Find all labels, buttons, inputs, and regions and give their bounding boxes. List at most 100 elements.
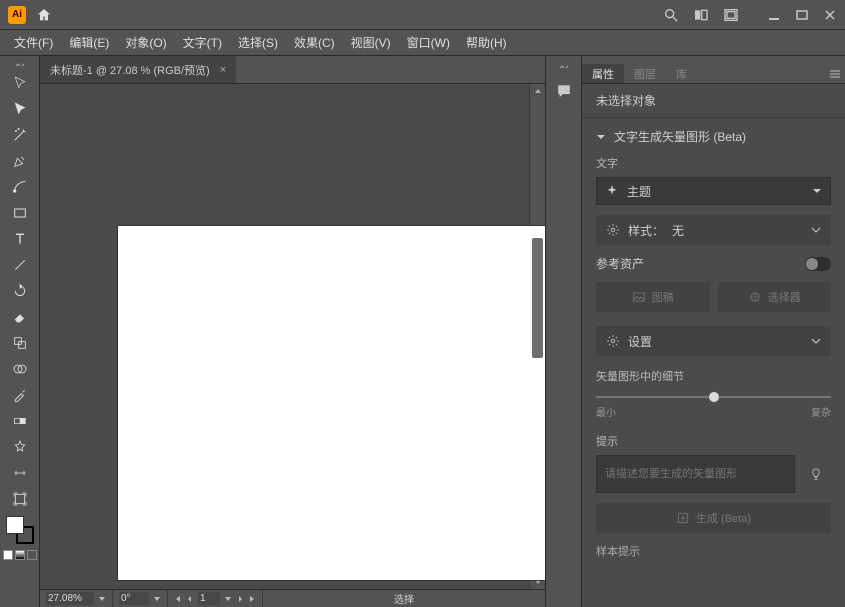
prompt-input[interactable]	[596, 455, 795, 493]
menu-view[interactable]: 视图(V)	[343, 30, 399, 55]
artboard-dropdown-icon[interactable]	[224, 595, 232, 603]
color-mode-gradient[interactable]	[15, 550, 25, 560]
selection-tool[interactable]	[6, 71, 34, 95]
artboard-index-input[interactable]	[198, 592, 220, 605]
style-row[interactable]: 样式： 无	[596, 215, 831, 245]
scrollbar-thumb[interactable]	[532, 238, 543, 358]
detail-label: 矢量图形中的细节	[596, 368, 831, 384]
scale-tool[interactable]	[6, 331, 34, 355]
menu-bar: 文件(F) 编辑(E) 对象(O) 文字(T) 选择(S) 效果(C) 视图(V…	[0, 30, 845, 56]
dimension-tool[interactable]	[6, 461, 34, 485]
shape-builder-tool[interactable]	[6, 357, 34, 381]
image-icon	[632, 290, 646, 304]
menu-edit[interactable]: 编辑(E)	[61, 30, 117, 55]
comments-panel-icon[interactable]	[550, 79, 578, 103]
tools-expand-handle[interactable]	[0, 60, 39, 70]
status-tool-label: 选择	[394, 591, 414, 606]
artboard-nav[interactable]	[168, 590, 263, 607]
status-bar: 选择	[40, 589, 545, 607]
menu-object[interactable]: 对象(O)	[117, 30, 174, 55]
zoom-dropdown-icon[interactable]	[98, 595, 106, 603]
magic-wand-tool[interactable]	[6, 123, 34, 147]
subject-dropdown[interactable]: 主题	[596, 177, 831, 205]
menu-select[interactable]: 选择(S)	[230, 30, 286, 55]
tab-properties[interactable]: 属性	[582, 64, 624, 83]
no-selection-label: 未选择对象	[596, 92, 831, 109]
first-artboard-icon[interactable]	[174, 595, 182, 603]
generate-icon	[676, 511, 690, 525]
close-button[interactable]	[823, 8, 837, 22]
ref-assets-label: 参考资产	[596, 255, 644, 272]
detail-slider[interactable]	[596, 396, 831, 398]
subject-dropdown-value: 主题	[627, 183, 651, 200]
settings-row[interactable]: 设置	[596, 326, 831, 356]
artboard-tool[interactable]	[6, 487, 34, 511]
rotate-tool[interactable]	[6, 279, 34, 303]
rectangle-tool[interactable]	[6, 201, 34, 225]
tab-layers[interactable]: 图层	[624, 64, 666, 83]
artboard[interactable]	[118, 226, 545, 580]
search-icon[interactable]	[663, 7, 679, 23]
document-tab-close[interactable]: ×	[220, 64, 226, 76]
ref-image-label: 图稿	[652, 289, 674, 305]
scroll-up-arrow[interactable]	[530, 84, 545, 98]
direct-selection-tool[interactable]	[6, 97, 34, 121]
app-logo: Ai	[8, 6, 26, 24]
prev-artboard-icon[interactable]	[186, 595, 194, 603]
detail-slider-thumb[interactable]	[708, 391, 720, 403]
color-mode-solid[interactable]	[3, 550, 13, 560]
gradient-tool[interactable]	[6, 409, 34, 433]
gear-icon	[606, 223, 620, 237]
rotate-input[interactable]	[119, 592, 149, 605]
panel-menu-icon[interactable]	[825, 64, 845, 83]
menu-type[interactable]: 文字(T)	[175, 30, 230, 55]
sparkle-icon	[605, 184, 619, 198]
menu-window[interactable]: 窗口(W)	[399, 30, 458, 55]
text-label: 文字	[596, 155, 831, 171]
tools-panel	[0, 56, 40, 607]
curvature-tool[interactable]	[6, 175, 34, 199]
generate-button[interactable]: 生成 (Beta)	[596, 503, 831, 533]
last-artboard-icon[interactable]	[248, 595, 256, 603]
fill-stroke-swatch[interactable]	[6, 516, 34, 544]
tab-libraries[interactable]: 库	[666, 64, 697, 83]
pen-tool[interactable]	[6, 149, 34, 173]
rotate-dropdown-icon[interactable]	[153, 595, 161, 603]
minimize-button[interactable]	[767, 8, 781, 22]
menu-file[interactable]: 文件(F)	[6, 30, 61, 55]
menu-help[interactable]: 帮助(H)	[458, 30, 515, 55]
text-to-vector-title: 文字生成矢量图形 (Beta)	[614, 128, 746, 145]
picker-icon	[748, 290, 762, 304]
prompt-ideas-button[interactable]	[801, 455, 831, 493]
type-tool[interactable]	[6, 227, 34, 251]
document-tab[interactable]: 未标题-1 @ 27.08 % (RGB/预览) ×	[40, 56, 236, 83]
midstrip-expand-handle[interactable]	[546, 62, 581, 72]
ref-picker-button[interactable]: 选择器	[718, 282, 832, 312]
ref-image-button[interactable]: 图稿	[596, 282, 710, 312]
document-area: 未标题-1 @ 27.08 % (RGB/预览) ×	[40, 56, 545, 607]
workspace-switcher-icon[interactable]	[693, 7, 709, 23]
color-mode-none[interactable]	[27, 550, 37, 560]
maximize-button[interactable]	[795, 8, 809, 22]
prompt-label: 提示	[596, 433, 831, 449]
fill-swatch[interactable]	[6, 516, 24, 534]
properties-panel: 属性 图层 库 未选择对象 文字生成矢量图形 (Beta) 文字	[582, 56, 845, 607]
ref-picker-label: 选择器	[768, 289, 801, 305]
chevron-down-icon	[596, 132, 606, 142]
eyedropper-tool[interactable]	[6, 383, 34, 407]
vertical-scrollbar[interactable]	[529, 84, 545, 589]
slider-min-label: 最小	[596, 404, 616, 419]
zoom-input[interactable]	[46, 592, 94, 605]
menu-effect[interactable]: 效果(C)	[286, 30, 343, 55]
lightbulb-icon	[809, 467, 823, 481]
next-artboard-icon[interactable]	[236, 595, 244, 603]
home-icon[interactable]	[36, 7, 52, 23]
line-tool[interactable]	[6, 253, 34, 277]
canvas-viewport[interactable]	[40, 84, 529, 589]
arrange-documents-icon[interactable]	[723, 7, 739, 23]
title-bar: Ai	[0, 0, 845, 30]
eraser-tool[interactable]	[6, 305, 34, 329]
text-to-vector-tool[interactable]	[6, 435, 34, 459]
text-to-vector-header[interactable]: 文字生成矢量图形 (Beta)	[582, 118, 845, 155]
ref-assets-toggle[interactable]	[805, 257, 831, 271]
